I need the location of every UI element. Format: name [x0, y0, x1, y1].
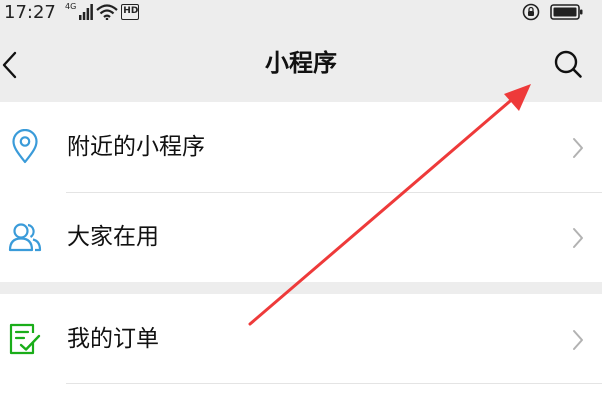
chevron-right-icon	[573, 228, 583, 248]
network-type-label: 4G	[65, 2, 77, 11]
menu-item-nearby[interactable]: 附近的小程序	[0, 102, 602, 192]
order-list-icon	[9, 323, 41, 355]
menu-item-label: 大家在用	[67, 224, 159, 250]
page-title: 小程序	[265, 49, 337, 77]
wifi-icon	[96, 4, 119, 20]
status-bar: 17:27 4G HD	[0, 0, 602, 26]
signal-icon	[79, 4, 94, 20]
navigation-bar: 小程序	[0, 26, 602, 100]
status-time: 17:27	[4, 2, 56, 23]
menu-group-primary: 附近的小程序 大家在用	[0, 102, 602, 282]
lock-rotation-icon	[522, 3, 540, 21]
menu-item-label: 我的订单	[67, 326, 159, 352]
chevron-right-icon	[573, 330, 583, 350]
menu-item-label: 附近的小程序	[67, 134, 205, 160]
battery-icon	[550, 4, 583, 20]
hd-label: HD	[123, 6, 139, 16]
status-right-icons	[522, 2, 584, 22]
location-pin-icon	[12, 129, 38, 164]
menu-group-secondary: 我的订单	[0, 294, 602, 400]
hd-icon: HD	[121, 4, 140, 20]
menu-item-orders[interactable]: 我的订单	[0, 294, 602, 384]
divider	[66, 383, 602, 384]
search-icon[interactable]	[552, 48, 584, 80]
menu-item-popular[interactable]: 大家在用	[0, 192, 602, 282]
network-indicators: 4G HD	[65, 2, 140, 22]
chevron-right-icon	[573, 138, 583, 158]
people-icon	[8, 223, 42, 252]
